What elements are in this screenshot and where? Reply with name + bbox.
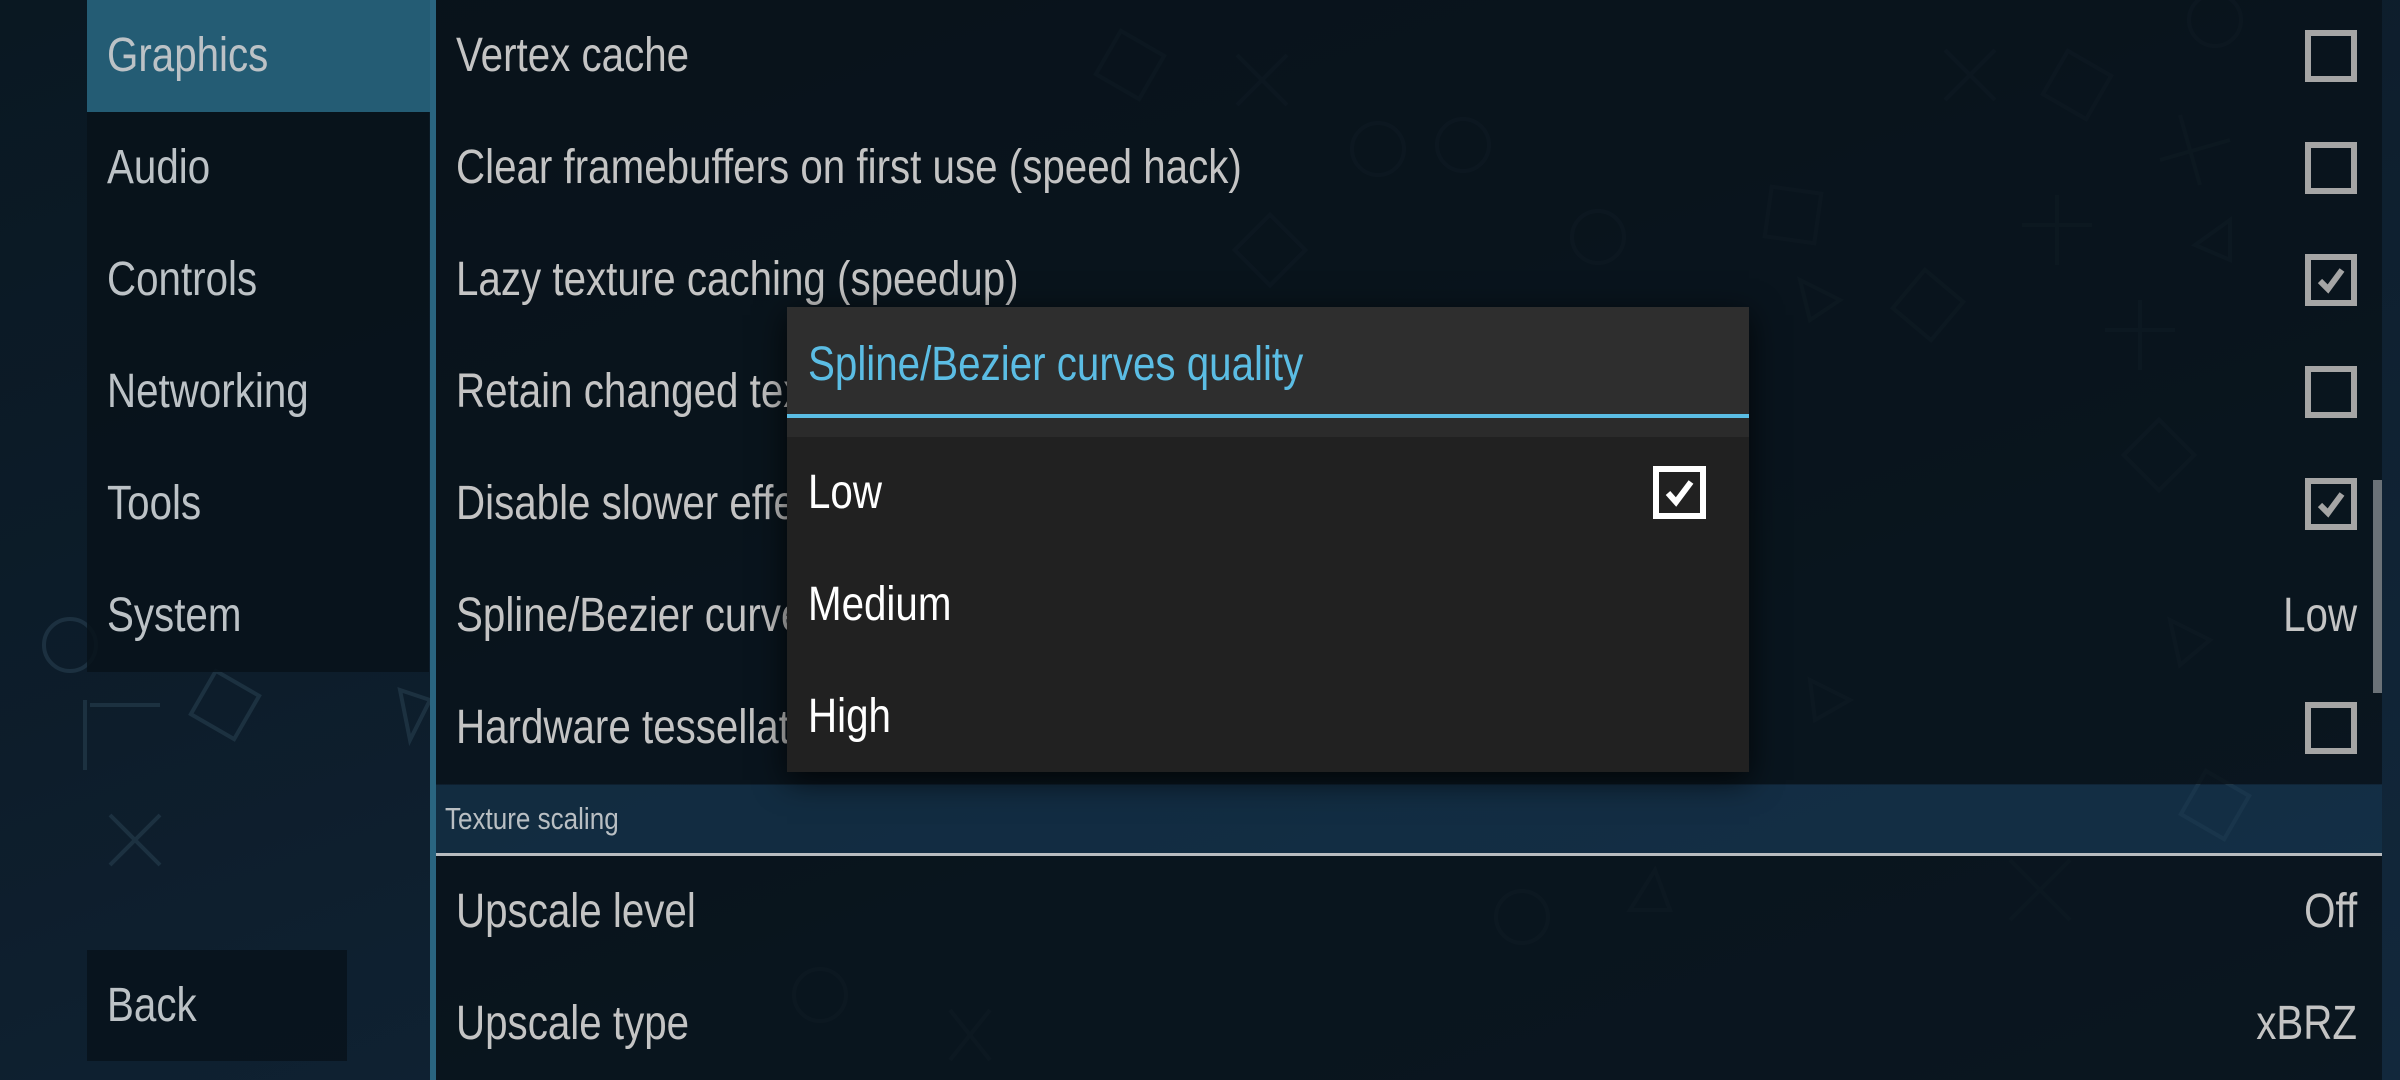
setting-label: Upscale level xyxy=(456,885,696,938)
sidebar-item-networking[interactable]: Networking xyxy=(87,336,429,448)
checkbox-unchecked[interactable] xyxy=(2305,366,2357,418)
setting-label: Vertex cache xyxy=(456,29,690,82)
sidebar-item-label: Controls xyxy=(107,253,258,306)
checkbox-checked[interactable] xyxy=(2305,478,2357,530)
cross-symbol xyxy=(108,813,162,867)
checkbox-unchecked[interactable] xyxy=(2305,30,2357,82)
scrollbar[interactable] xyxy=(2373,480,2382,693)
triangle-symbol xyxy=(397,687,433,747)
checkbox-checked[interactable] xyxy=(2305,254,2357,306)
setting-value: Off xyxy=(2303,885,2357,938)
option-label: High xyxy=(808,690,891,743)
checkbox-unchecked[interactable] xyxy=(2305,702,2357,754)
sidebar-item-tools[interactable]: Tools xyxy=(87,448,429,560)
option-label: Low xyxy=(808,466,882,519)
setting-label: Hardware tessellation xyxy=(456,701,844,754)
section-header-texture-scaling: Texture scaling xyxy=(436,785,2382,853)
setting-value: xBRZ xyxy=(2256,997,2357,1050)
sidebar-item-label: Tools xyxy=(107,477,202,530)
sidebar-item-label: Networking xyxy=(107,365,309,418)
setting-row-upscale-level[interactable]: Upscale level Off xyxy=(436,856,2382,968)
dialog-title: Spline/Bezier curves quality xyxy=(808,338,1304,391)
section-title: Texture scaling xyxy=(445,801,619,836)
sidebar-item-label: Audio xyxy=(107,141,211,194)
back-button-label: Back xyxy=(107,979,197,1032)
dialog-separator xyxy=(787,418,1749,437)
dialog-header: Spline/Bezier curves quality xyxy=(787,307,1749,414)
setting-label: Upscale type xyxy=(456,997,690,1050)
sidebar-item-audio[interactable]: Audio xyxy=(87,112,429,224)
option-medium[interactable]: Medium xyxy=(787,549,1749,661)
cross-symbol xyxy=(83,700,160,770)
sidebar-item-label: Graphics xyxy=(107,29,269,82)
sidebar-item-controls[interactable]: Controls xyxy=(87,224,429,336)
option-low[interactable]: Low xyxy=(787,437,1749,549)
setting-label: Clear framebuffers on first use (speed h… xyxy=(456,141,1242,194)
setting-row-vertex-cache[interactable]: Vertex cache xyxy=(436,0,2382,112)
option-high[interactable]: High xyxy=(787,661,1749,773)
checkmark-icon xyxy=(2317,492,2345,518)
setting-row-upscale-type[interactable]: Upscale type xBRZ xyxy=(436,968,2382,1080)
sidebar-item-label: System xyxy=(107,589,242,642)
setting-row-clear-framebuffers[interactable]: Clear framebuffers on first use (speed h… xyxy=(436,112,2382,224)
square-symbol xyxy=(188,668,262,742)
checkmark-icon xyxy=(2317,268,2345,294)
checkmark-icon xyxy=(1665,480,1694,507)
back-button[interactable]: Back xyxy=(87,950,347,1061)
sidebar: Graphics Audio Controls Networking Tools… xyxy=(87,0,430,672)
sidebar-item-system[interactable]: System xyxy=(87,560,429,672)
checkbox-unchecked[interactable] xyxy=(2305,142,2357,194)
sidebar-item-graphics[interactable]: Graphics xyxy=(87,0,430,112)
choice-dialog: Spline/Bezier curves quality Low Medium … xyxy=(787,307,1749,772)
setting-value: Low xyxy=(2283,589,2357,642)
option-label: Medium xyxy=(808,578,952,631)
selected-checkbox xyxy=(1653,466,1706,519)
